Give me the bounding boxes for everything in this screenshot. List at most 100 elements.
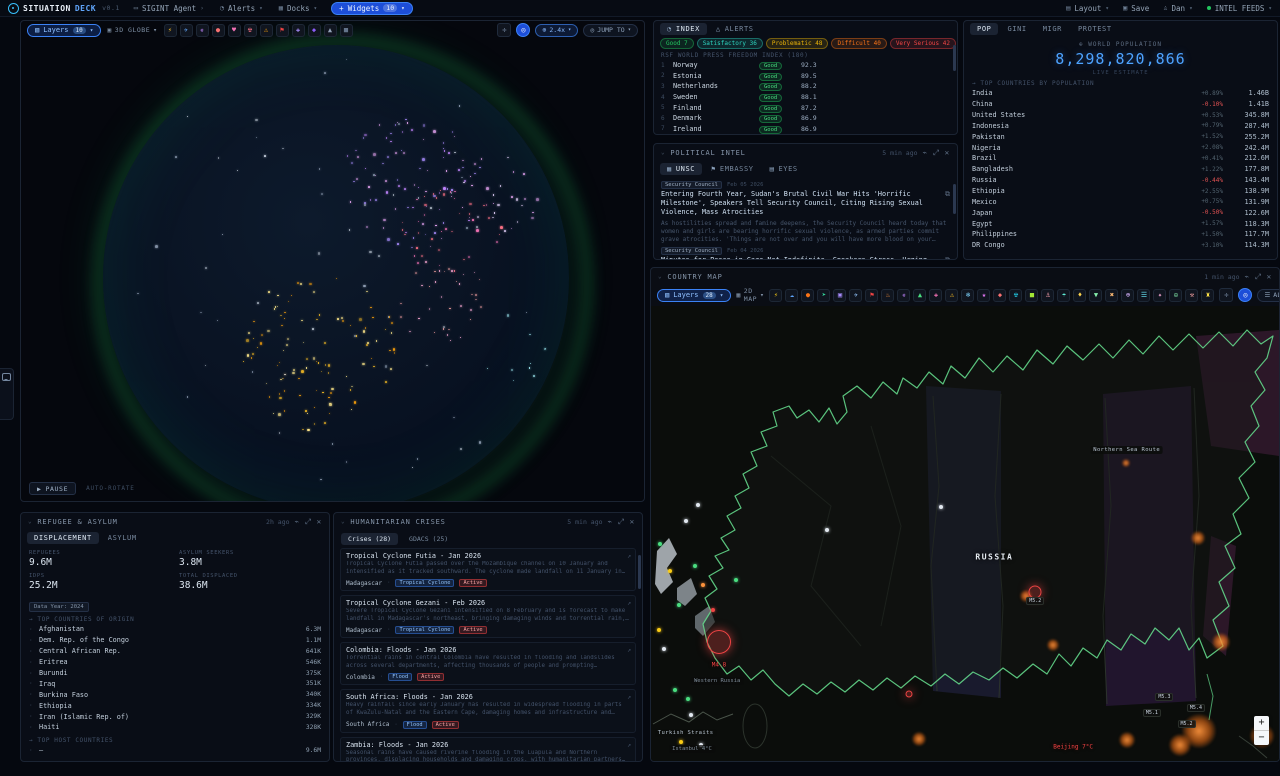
- event-dot[interactable]: [711, 608, 715, 612]
- map-layer-icon-9[interactable]: ▲: [913, 289, 926, 302]
- intel-headline[interactable]: Minutes for Peace in Gaza Not Indefinite…: [661, 256, 950, 260]
- globe-layer-icon-11[interactable]: ■: [340, 24, 353, 37]
- expand-icon[interactable]: ⤢: [1255, 272, 1262, 282]
- jump-to-dropdown[interactable]: ◎ JUMP TO ▾: [583, 24, 638, 37]
- menu-docks[interactable]: ▦Docks▾: [279, 4, 317, 13]
- event-dot[interactable]: [825, 528, 829, 532]
- collapse-icon[interactable]: ⌄: [661, 149, 665, 156]
- map-layer-icon-3[interactable]: ➤: [817, 289, 830, 302]
- crises-tab-gdacs-25-[interactable]: GDACS (25): [402, 533, 455, 545]
- event-dot[interactable]: [701, 583, 705, 587]
- menu-sigint-agent[interactable]: ▭SIGINT Agent›: [134, 4, 204, 13]
- pop-row-ethiopia[interactable]: Ethiopia+2.55%138.9M: [972, 186, 1269, 197]
- expand-icon[interactable]: ⤢: [305, 517, 312, 527]
- event-dot[interactable]: [696, 503, 700, 507]
- index-row-netherlands[interactable]: 3NetherlandsGood88.2: [661, 81, 950, 92]
- locate-icon-button[interactable]: ◎: [516, 23, 530, 37]
- map-layer-icon-13[interactable]: ★: [977, 289, 990, 302]
- map-layer-icon-15[interactable]: ☢: [1009, 289, 1022, 302]
- refugee-row[interactable]: ·Iran (Islamic Rep. of)329K: [29, 711, 321, 722]
- refugee-tab-asylum[interactable]: ASYLUM: [101, 532, 144, 544]
- severity-chip-very-serious[interactable]: Very Serious 42: [890, 38, 956, 49]
- globe-layers-button[interactable]: ▧ Layers 10 ▾: [27, 24, 101, 37]
- map-layer-icon-22[interactable]: ⊕: [1121, 289, 1134, 302]
- pop-row-russia[interactable]: Russia-0.44%143.4M: [972, 175, 1269, 186]
- map-layer-icon-6[interactable]: ⚑: [865, 289, 878, 302]
- refugee-row[interactable]: ·Dem. Rep. of the Congo1.1M: [29, 635, 321, 646]
- pop-row-dr-congo[interactable]: DR Congo+3.10%114.3M: [972, 240, 1269, 251]
- external-link-icon[interactable]: ↗: [627, 646, 631, 654]
- pop-row-nigeria[interactable]: Nigeria+2.08%242.4M: [972, 142, 1269, 153]
- map-layer-icon-11[interactable]: ⚠: [945, 289, 958, 302]
- refugee-row[interactable]: ·Afghanistan6.3M: [29, 624, 321, 635]
- refugee-row[interactable]: ·Central African Rep.641K: [29, 646, 321, 657]
- external-link-icon[interactable]: ↗: [627, 741, 631, 749]
- share-icon[interactable]: ⌁: [1245, 272, 1250, 281]
- map-layer-icon-8[interactable]: ☣: [897, 289, 910, 302]
- earthquake-magnitude-label[interactable]: M5.3: [1155, 693, 1173, 701]
- external-link-icon[interactable]: ⧉: [945, 256, 950, 260]
- globe-layer-icon-8[interactable]: ✚: [292, 24, 305, 37]
- index-row-denmark[interactable]: 6DenmarkGood86.9: [661, 113, 950, 124]
- widgets-button[interactable]: + Widgets 10 ▾: [331, 2, 413, 15]
- globe-layer-icon-3[interactable]: ●: [212, 24, 225, 37]
- close-icon[interactable]: ✕: [1267, 272, 1272, 281]
- map-layer-icon-7[interactable]: ♨: [881, 289, 894, 302]
- scrollbar[interactable]: [953, 45, 956, 71]
- earthquake-magnitude-label[interactable]: M5.2: [1177, 720, 1195, 728]
- globe-layer-icon-1[interactable]: ✈: [180, 24, 193, 37]
- globe-layer-icon-2[interactable]: ☣: [196, 24, 209, 37]
- globe-layer-icon-6[interactable]: ⚠: [260, 24, 273, 37]
- map-layer-icon-12[interactable]: ❄: [961, 289, 974, 302]
- menu-intel-feeds[interactable]: INTEL FEEDS▾: [1207, 4, 1272, 13]
- map-layer-icon-17[interactable]: ⚓: [1041, 289, 1054, 302]
- map-layer-icon-18[interactable]: ☂: [1057, 289, 1070, 302]
- index-row-norway[interactable]: 1NorwayGood92.3: [661, 60, 950, 71]
- intel-item[interactable]: Security CouncilFeb 05 2026Entering Four…: [661, 181, 950, 245]
- event-dot[interactable]: [693, 564, 697, 568]
- locate-icon-button[interactable]: ◎: [1238, 288, 1252, 302]
- refugee-tab-displacement[interactable]: DISPLACEMENT: [27, 532, 99, 544]
- refugee-row[interactable]: ·Haiti328K: [29, 722, 321, 733]
- collapse-icon[interactable]: ⌄: [28, 518, 32, 525]
- crisis-item[interactable]: Tropical Cyclone Futia - Jan 2026↗Tropic…: [340, 548, 636, 591]
- refugee-row[interactable]: ·Burundi375K: [29, 668, 321, 679]
- map-layer-icon-0[interactable]: ⚡: [769, 289, 782, 302]
- refugee-row[interactable]: ·Ethiopia334K: [29, 700, 321, 711]
- share-icon[interactable]: ⌁: [608, 517, 613, 526]
- globe-layer-icon-10[interactable]: ▲: [324, 24, 337, 37]
- external-link-icon[interactable]: ↗: [627, 552, 631, 560]
- menu-dan[interactable]: ♙Dan▾: [1163, 4, 1192, 13]
- index-row-ireland[interactable]: 7IrelandGood86.9: [661, 124, 950, 135]
- severity-chip-difficult[interactable]: Difficult 40: [831, 38, 886, 49]
- map-layer-icon-26[interactable]: ⚒: [1185, 289, 1198, 302]
- pop-tab-migr[interactable]: MIGR: [1036, 23, 1069, 35]
- intel-tab-eyes[interactable]: ▤EYES: [763, 163, 805, 175]
- map-view-selector[interactable]: ▦ 2D MAP ▾: [736, 287, 764, 303]
- map-layer-icon-25[interactable]: ☮: [1169, 289, 1182, 302]
- pop-row-egypt[interactable]: Egypt+1.57%118.3M: [972, 218, 1269, 229]
- refugee-row[interactable]: ·Iraq351K: [29, 678, 321, 689]
- globe-layer-icon-7[interactable]: ⚑: [276, 24, 289, 37]
- crises-tab-crises-28-[interactable]: Crises (28): [341, 533, 398, 545]
- left-dock-handle[interactable]: [0, 368, 14, 420]
- globe-zoom-selector[interactable]: ⊕ 2.4x ▾: [535, 24, 578, 37]
- map-layer-icon-5[interactable]: ✈: [849, 289, 862, 302]
- auto-rotate-toggle[interactable]: AUTO-ROTATE: [86, 485, 135, 492]
- earthquake-magnitude-label[interactable]: M5.2: [1026, 597, 1044, 605]
- event-dot[interactable]: [658, 542, 662, 546]
- event-dot[interactable]: [679, 740, 683, 744]
- index-row-sweden[interactable]: 4SwedenGood88.1: [661, 92, 950, 103]
- pop-row-indonesia[interactable]: Indonesia+0.79%287.4M: [972, 121, 1269, 132]
- event-dot[interactable]: [662, 647, 666, 651]
- pop-row-pakistan[interactable]: Pakistan+1.52%255.2M: [972, 131, 1269, 142]
- map-layer-icon-27[interactable]: ♜: [1201, 289, 1214, 302]
- event-dot[interactable]: [677, 603, 681, 607]
- severity-chip-satisfactory[interactable]: Satisfactory 36: [697, 38, 763, 49]
- zoom-out-button[interactable]: −: [1254, 730, 1269, 745]
- map-layer-icon-2[interactable]: ●: [801, 289, 814, 302]
- crosshair-icon-button[interactable]: ✛: [497, 23, 511, 37]
- external-link-icon[interactable]: ↗: [627, 693, 631, 701]
- map-layer-icon-21[interactable]: ✖: [1105, 289, 1118, 302]
- globe-3d-view[interactable]: [21, 21, 644, 501]
